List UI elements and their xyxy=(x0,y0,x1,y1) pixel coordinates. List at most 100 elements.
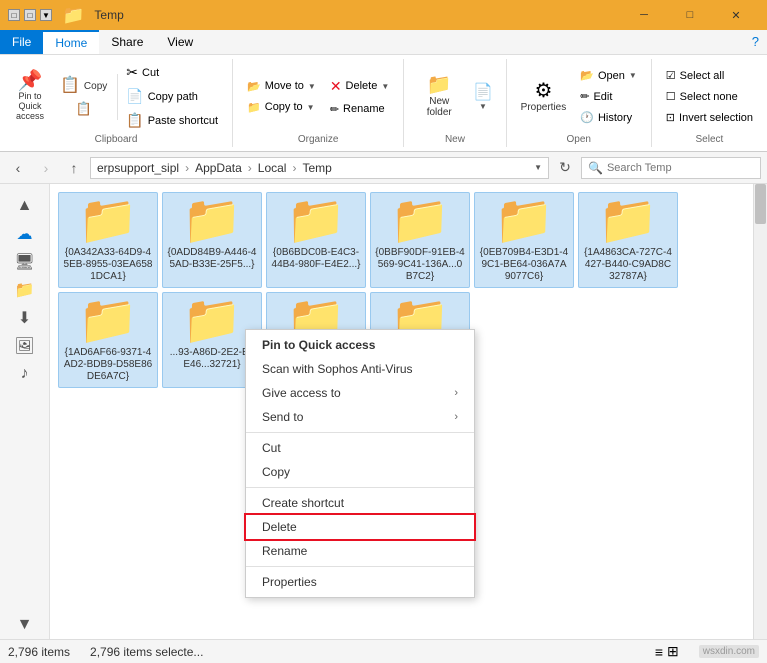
new-group: 📁 New folder 📄 ▼ New xyxy=(404,59,506,147)
ribbon-tabs: File Home Share View ? xyxy=(0,30,767,54)
ctx-pin-quick-access[interactable]: Pin to Quick access xyxy=(246,333,474,357)
ctx-copy[interactable]: Copy xyxy=(246,460,474,484)
rename-button[interactable]: ✏ Rename xyxy=(324,100,395,119)
tab-view[interactable]: View xyxy=(155,30,205,54)
ctx-cut[interactable]: Cut xyxy=(246,436,474,460)
title-bar-icons: □ □ ▼ xyxy=(8,9,52,21)
copy-button[interactable]: 📋 Copy xyxy=(54,74,113,98)
address-path[interactable]: erpsupport_sipl › AppData › Local › Temp… xyxy=(90,157,549,179)
copy-path-button[interactable]: 📄 Copy path xyxy=(120,85,224,108)
view-controls: ≡ ⊞ xyxy=(655,643,679,660)
copy-label: Copy xyxy=(84,81,107,92)
forward-button[interactable]: › xyxy=(34,156,58,180)
ctx-properties-label: Properties xyxy=(262,575,317,589)
folder-item[interactable]: 📁 {0A342A33-64D9-45EB-8955-03EA6581DCA1} xyxy=(58,192,158,288)
move-to-button[interactable]: 📂 Move to ▼ xyxy=(241,77,322,96)
move-to-arrow: ▼ xyxy=(308,82,316,91)
folder-item[interactable]: 📁 {0EB709B4-E3D1-49C1-BE64-036A7A9077C6} xyxy=(474,192,574,288)
sidebar-item-downloads[interactable]: ⬇ xyxy=(0,304,49,332)
paste-button[interactable]: 📋 xyxy=(54,98,113,120)
new-item-icon: 📄 xyxy=(473,82,493,102)
edit-button[interactable]: ✏ Edit xyxy=(574,87,643,106)
ctx-delete[interactable]: Delete xyxy=(246,515,474,539)
folder-item[interactable]: 📁 {1A4863CA-727C-4427-B440-C9AD8C32787A} xyxy=(578,192,678,288)
ctx-send-to[interactable]: Send to › xyxy=(246,405,474,429)
ctx-sep-2 xyxy=(246,487,474,488)
ctx-sep-1 xyxy=(246,432,474,433)
ctx-properties[interactable]: Properties xyxy=(246,570,474,594)
edit-icon: ✏ xyxy=(580,90,589,103)
ctx-sophos-label: Scan with Sophos Anti-Virus xyxy=(262,362,413,376)
paste-shortcut-button[interactable]: 📋 Paste shortcut xyxy=(120,109,224,132)
organize-group: 📂 Move to ▼ 📁 Copy to ▼ ✕ Delete ▼ ✏ xyxy=(233,59,404,147)
select-label: Select xyxy=(696,134,724,145)
close-button[interactable]: ✕ xyxy=(713,0,759,30)
pin-quick-access-button[interactable]: 📌 Pin to Quickaccess xyxy=(8,67,52,126)
sidebar-item-desktop[interactable]: 🖥 xyxy=(0,248,49,276)
ctx-sophos[interactable]: Scan with Sophos Anti-Virus xyxy=(246,357,474,381)
sidebar-item-music[interactable]: ♪ xyxy=(0,360,49,388)
minimize-button[interactable]: ─ xyxy=(621,0,667,30)
new-folder-button[interactable]: 📁 New folder xyxy=(412,71,466,122)
main-area: ▲ ☁ 🖥 📁 ⬇ 🖼 ♪ ▼ 📁 {0A342A33-64D9-45EB-89… xyxy=(0,184,767,639)
select-group: ☑ Select all ☐ Select none ⊡ Invert sele… xyxy=(652,59,767,147)
folder-item[interactable]: 📁 {0BBF90DF-91EB-4569-9C41-136A...0B7C2} xyxy=(370,192,470,288)
help-icon[interactable]: ? xyxy=(744,30,767,54)
history-button[interactable]: 🕐 History xyxy=(574,108,643,127)
select-none-button[interactable]: ☐ Select none xyxy=(660,87,759,106)
open-button[interactable]: 📂 Open ▼ xyxy=(574,66,643,85)
invert-selection-label: Invert selection xyxy=(679,112,753,124)
folder-icon-0: 📁 xyxy=(78,197,138,245)
tab-file[interactable]: File xyxy=(0,30,43,54)
select-all-button[interactable]: ☑ Select all xyxy=(660,66,759,85)
path-sep-1: › xyxy=(185,161,189,175)
new-label: New xyxy=(445,134,465,145)
folder-item[interactable]: 📁 {0B6BDC0B-E4C3-44B4-980F-E4E2...} xyxy=(266,192,366,288)
properties-button[interactable]: ⚙ Properties xyxy=(515,77,573,117)
ctx-delete-label: Delete xyxy=(262,520,297,534)
organize-label: Organize xyxy=(298,134,339,145)
address-bar: ‹ › ↑ erpsupport_sipl › AppData › Local … xyxy=(0,152,767,184)
folder-icon-2: 📁 xyxy=(286,197,346,245)
title-bar-controls: ─ □ ✕ xyxy=(621,0,759,30)
sidebar-item-documents[interactable]: 📁 xyxy=(0,276,49,304)
maximize-button[interactable]: □ xyxy=(667,0,713,30)
new-item-button[interactable]: 📄 ▼ xyxy=(468,78,497,115)
file-area-wrapper: 📁 {0A342A33-64D9-45EB-8955-03EA6581DCA1}… xyxy=(50,184,767,639)
delete-button[interactable]: ✕ Delete ▼ xyxy=(324,75,395,98)
new-item-arrow: ▼ xyxy=(479,102,487,111)
invert-selection-button[interactable]: ⊡ Invert selection xyxy=(660,108,759,127)
delete-label: Delete xyxy=(346,80,378,92)
folder-item[interactable]: 📁 {1AD6AF66-9371-4AD2-BDB9-D58E86DE6A7C} xyxy=(58,292,158,388)
move-to-label: Move to xyxy=(265,80,304,92)
copy-to-arrow: ▼ xyxy=(307,103,315,112)
search-input[interactable] xyxy=(607,162,754,174)
vertical-scrollbar[interactable] xyxy=(753,184,767,639)
selected-count: 2,796 items selecte... xyxy=(90,645,203,659)
copy-to-button[interactable]: 📁 Copy to ▼ xyxy=(241,98,322,117)
ctx-rename[interactable]: Rename xyxy=(246,539,474,563)
cut-button[interactable]: ✂ Cut xyxy=(120,61,224,84)
folder-name-7: ...93-A86D-2E2-E8E46...32721} xyxy=(167,347,257,371)
tab-share[interactable]: Share xyxy=(99,30,155,54)
path-part-1: erpsupport_sipl xyxy=(97,161,179,175)
up-button[interactable]: ↑ xyxy=(62,156,86,180)
watermark: wsxdin.com xyxy=(699,645,759,658)
tab-home[interactable]: Home xyxy=(43,30,99,54)
sidebar-expand-icon[interactable]: ▲ xyxy=(0,192,49,220)
folder-item[interactable]: 📁 {0ADD84B9-A446-45AD-B33E-25F5...} xyxy=(162,192,262,288)
sidebar-item-onedrive[interactable]: ☁ xyxy=(0,220,49,248)
scrollbar-thumb[interactable] xyxy=(755,184,766,224)
ctx-give-access[interactable]: Give access to › xyxy=(246,381,474,405)
select-all-icon: ☑ xyxy=(666,69,676,82)
ctx-send-to-arrow: › xyxy=(454,411,458,423)
grid-view-button[interactable]: ⊞ xyxy=(667,643,679,660)
folder-icon-7: 📁 xyxy=(182,297,242,345)
refresh-button[interactable]: ↻ xyxy=(553,156,577,180)
sidebar-item-expand-bottom[interactable]: ▼ xyxy=(0,611,49,639)
ctx-create-shortcut[interactable]: Create shortcut xyxy=(246,491,474,515)
sidebar-item-pictures[interactable]: 🖼 xyxy=(0,332,49,360)
open-group: ⚙ Properties 📂 Open ▼ ✏ Edit 🕐 History xyxy=(507,59,652,147)
back-button[interactable]: ‹ xyxy=(6,156,30,180)
list-view-button[interactable]: ≡ xyxy=(655,643,663,660)
